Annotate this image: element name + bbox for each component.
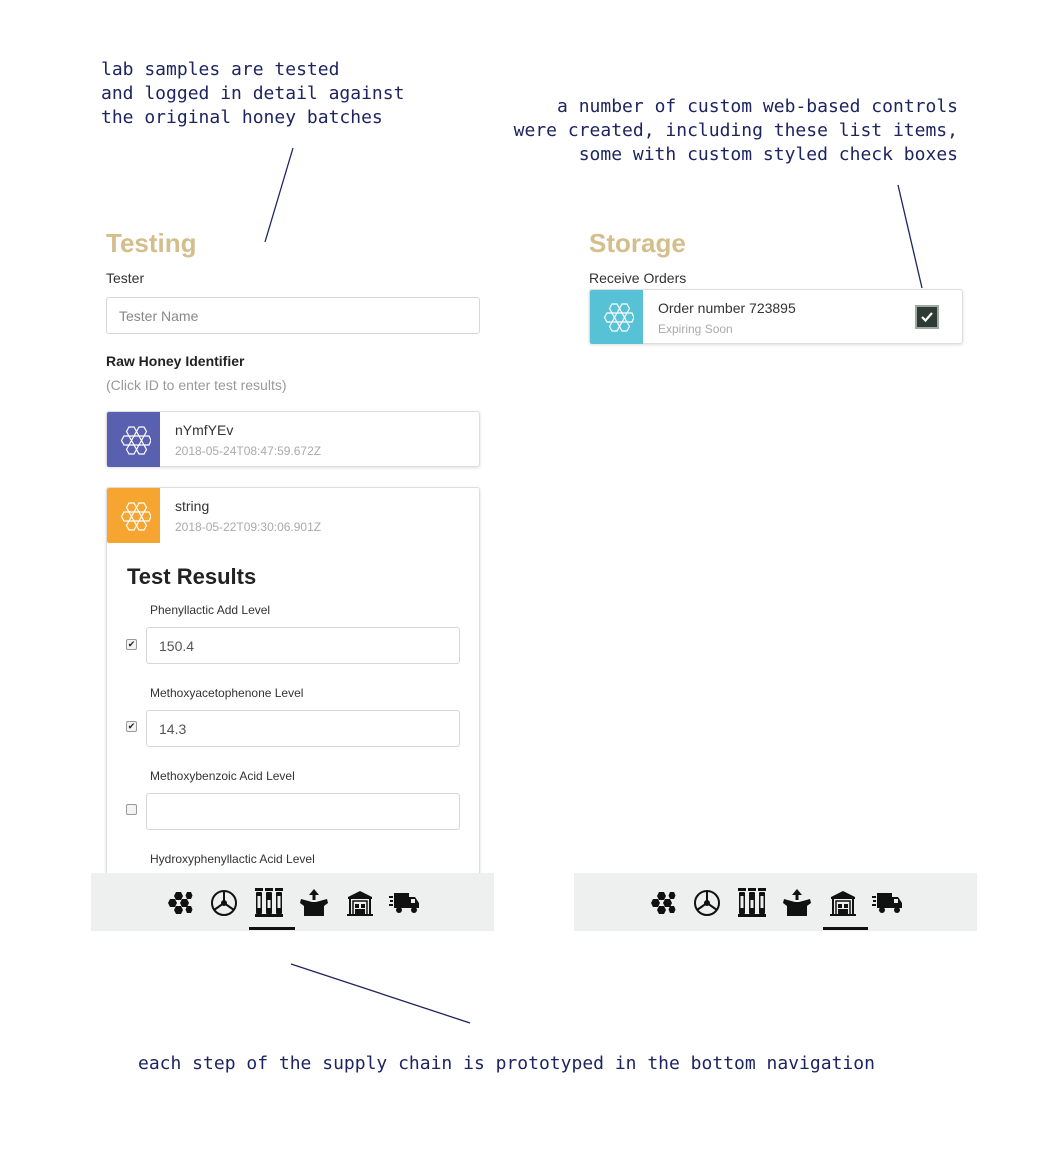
bottom-nav-testing xyxy=(91,873,494,931)
field-label-phenyllactic: Phenyllactic Add Level xyxy=(150,603,271,617)
testing-title: Testing xyxy=(106,228,197,258)
package-icon[interactable] xyxy=(299,888,329,918)
batch-timestamp: 2018-05-22T09:30:06.901Z xyxy=(175,520,322,534)
extractor-icon[interactable] xyxy=(209,888,239,918)
hive-icon[interactable] xyxy=(648,888,678,918)
order-list-item[interactable]: Order number 723895 Expiring Soon xyxy=(589,289,963,344)
batch-id[interactable]: string xyxy=(175,498,209,514)
honeycomb-icon xyxy=(590,290,643,344)
test-results-title: Test Results xyxy=(127,564,257,589)
methoxybenzoic-input[interactable] xyxy=(146,793,460,830)
receive-orders-label: Receive Orders xyxy=(589,270,687,286)
identifier-label: Raw Honey Identifier xyxy=(106,353,245,369)
methoxyacetophenone-checkbox[interactable]: ✔ xyxy=(126,721,137,732)
phenyllactic-input[interactable]: 150.4 xyxy=(146,627,460,664)
order-status: Expiring Soon xyxy=(658,322,733,336)
methoxybenzoic-checkbox[interactable] xyxy=(126,804,137,815)
truck-icon[interactable] xyxy=(872,888,902,918)
warehouse-icon[interactable] xyxy=(828,888,858,918)
honeycomb-icon xyxy=(107,488,160,543)
batch-timestamp: 2018-05-24T08:47:59.672Z xyxy=(175,444,322,458)
bottom-nav-storage xyxy=(574,873,977,931)
warehouse-icon[interactable] xyxy=(345,888,375,918)
phenyllactic-checkbox[interactable]: ✔ xyxy=(126,639,137,650)
batch-list-item[interactable]: nYmfYEv 2018-05-24T08:47:59.672Z xyxy=(106,411,480,467)
order-title: Order number 723895 xyxy=(658,300,796,316)
active-tab-indicator xyxy=(823,927,868,930)
package-icon[interactable] xyxy=(782,888,812,918)
active-tab-indicator xyxy=(249,927,295,930)
batch-id[interactable]: nYmfYEv xyxy=(175,422,233,438)
checkmark-icon xyxy=(921,312,933,323)
identifier-hint: (Click ID to enter test results) xyxy=(106,377,287,393)
tester-name-input[interactable]: Tester Name xyxy=(106,297,480,334)
honeycomb-icon xyxy=(107,412,160,467)
methoxyacetophenone-input[interactable]: 14.3 xyxy=(146,710,460,747)
storage-title: Storage xyxy=(589,228,686,258)
truck-icon[interactable] xyxy=(389,888,419,918)
field-label-methoxybenzoic: Methoxybenzoic Acid Level xyxy=(150,769,295,783)
tester-label: Tester xyxy=(106,270,145,286)
test-tubes-icon[interactable] xyxy=(254,888,284,918)
order-received-checkbox[interactable] xyxy=(915,305,939,329)
hive-icon[interactable] xyxy=(165,888,195,918)
field-label-hydroxyphenyllactic: Hydroxyphenyllactic Acid Level xyxy=(150,852,315,866)
test-tubes-icon[interactable] xyxy=(737,888,767,918)
field-label-methoxyacetophenone: Methoxyacetophenone Level xyxy=(150,686,304,700)
batch-list-item-expanded[interactable]: string 2018-05-22T09:30:06.901Z Test Res… xyxy=(106,487,480,873)
extractor-icon[interactable] xyxy=(692,888,722,918)
